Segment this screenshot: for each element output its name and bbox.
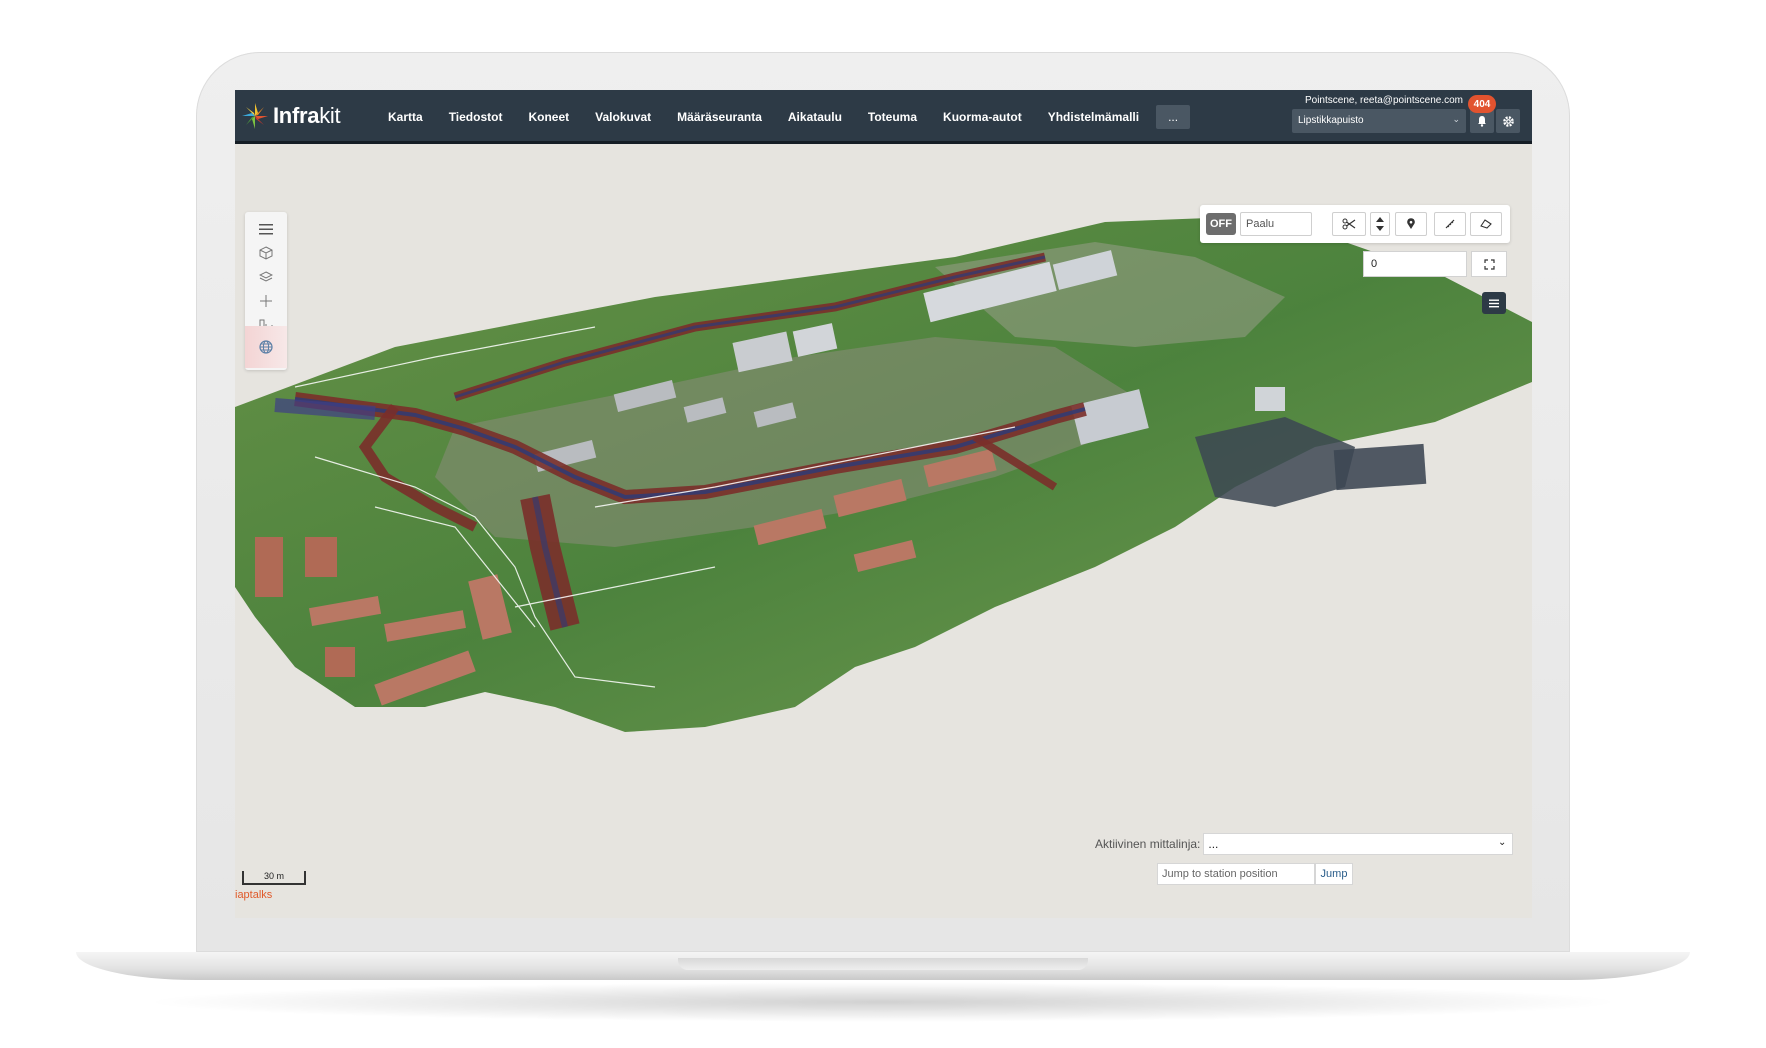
- arrow-up-down-icon: [1376, 217, 1384, 231]
- gear-icon: [1502, 115, 1514, 127]
- map-attribution[interactable]: iaptalks: [235, 889, 272, 901]
- alignment-label: Aktiivinen mittalinja:: [1095, 837, 1201, 851]
- map-viewport[interactable]: OFF Paalu 0 Aktiivinen mittalinja: ... ⌄…: [235, 147, 1532, 918]
- paalu-input[interactable]: Paalu: [1240, 212, 1312, 236]
- legend-button[interactable]: [1482, 292, 1506, 314]
- logo-wordmark: Infrakit: [273, 103, 341, 128]
- app-screen: Infrakit Kartta Tiedostot Koneet Valokuv…: [235, 90, 1532, 918]
- nav-tiedostot[interactable]: Tiedostot: [436, 110, 516, 124]
- laptop-shadow: [140, 982, 1626, 1022]
- globe-button[interactable]: [245, 326, 287, 368]
- layers-button[interactable]: [245, 264, 287, 290]
- station-position-input[interactable]: Jump to station position: [1157, 863, 1315, 885]
- infrakit-logo[interactable]: Infrakit: [241, 100, 341, 132]
- left-tool-panel: [245, 212, 287, 370]
- top-navigation-bar: Infrakit Kartta Tiedostot Koneet Valokuv…: [235, 90, 1532, 144]
- scale-bar: 30 m: [242, 871, 306, 885]
- chevron-down-icon: ⌄: [1497, 837, 1507, 848]
- elevation-input[interactable]: 0: [1363, 251, 1467, 277]
- jump-button[interactable]: Jump: [1315, 863, 1353, 885]
- notification-count-badge: 404: [1468, 95, 1496, 113]
- expand-icon: [1483, 258, 1495, 270]
- polygon-icon: [1480, 219, 1492, 229]
- settings-button[interactable]: [1496, 109, 1520, 133]
- project-select[interactable]: Lipstikkapuisto ⌄: [1292, 109, 1466, 133]
- nav-koneet[interactable]: Koneet: [515, 110, 582, 124]
- menu-icon: [259, 224, 273, 235]
- nav-more-button[interactable]: ...: [1156, 105, 1191, 129]
- 3d-view-button[interactable]: [245, 240, 287, 266]
- nav-maaraseuranta[interactable]: Määräseuranta: [664, 110, 775, 124]
- main-nav: Kartta Tiedostot Koneet Valokuvat Määräs…: [375, 90, 1191, 144]
- bell-icon: [1478, 116, 1486, 127]
- measure-line-button[interactable]: [1434, 212, 1466, 236]
- pin-button[interactable]: [1395, 212, 1427, 236]
- alignment-select-value: ...: [1208, 837, 1219, 851]
- nav-yhdistelmamalli[interactable]: Yhdistelmämalli: [1035, 110, 1152, 124]
- fullscreen-button[interactable]: [1471, 251, 1507, 277]
- off-toggle[interactable]: OFF: [1206, 213, 1236, 235]
- point-cloud-scene[interactable]: [235, 147, 1532, 918]
- layers-icon: [259, 271, 273, 282]
- logo-star-icon: [242, 103, 268, 129]
- cube-icon: [259, 246, 273, 260]
- project-select-value: Lipstikkapuisto: [1298, 115, 1364, 126]
- alignment-select[interactable]: ... ⌄: [1203, 833, 1514, 855]
- nav-kartta[interactable]: Kartta: [375, 110, 436, 124]
- crosshair-icon: [260, 295, 272, 307]
- crosshair-button[interactable]: [245, 288, 287, 314]
- cut-button[interactable]: [1332, 212, 1366, 236]
- chevron-down-icon: ⌄: [1452, 114, 1460, 124]
- nav-aikataulu[interactable]: Aikataulu: [775, 110, 855, 124]
- globe-icon: [259, 340, 273, 354]
- step-up-down-button[interactable]: [1370, 212, 1390, 236]
- nav-toteuma[interactable]: Toteuma: [855, 110, 930, 124]
- measure-area-button[interactable]: [1470, 212, 1502, 236]
- scale-label: 30 m: [263, 871, 284, 881]
- list-icon: [1489, 299, 1499, 307]
- measurement-toolbar: OFF Paalu: [1200, 205, 1510, 243]
- menu-button[interactable]: [245, 216, 287, 242]
- scissors-icon: [1342, 218, 1356, 230]
- ruler-icon: [1445, 219, 1455, 229]
- nav-kuorma-autot[interactable]: Kuorma-autot: [930, 110, 1035, 124]
- laptop-notch: [678, 958, 1088, 970]
- user-info: Pointscene, reeta@pointscene.com: [1304, 95, 1463, 106]
- pin-icon: [1407, 218, 1415, 229]
- active-alignment-row: Aktiivinen mittalinja: ... ⌄: [1095, 833, 1514, 855]
- nav-valokuvat[interactable]: Valokuvat: [582, 110, 664, 124]
